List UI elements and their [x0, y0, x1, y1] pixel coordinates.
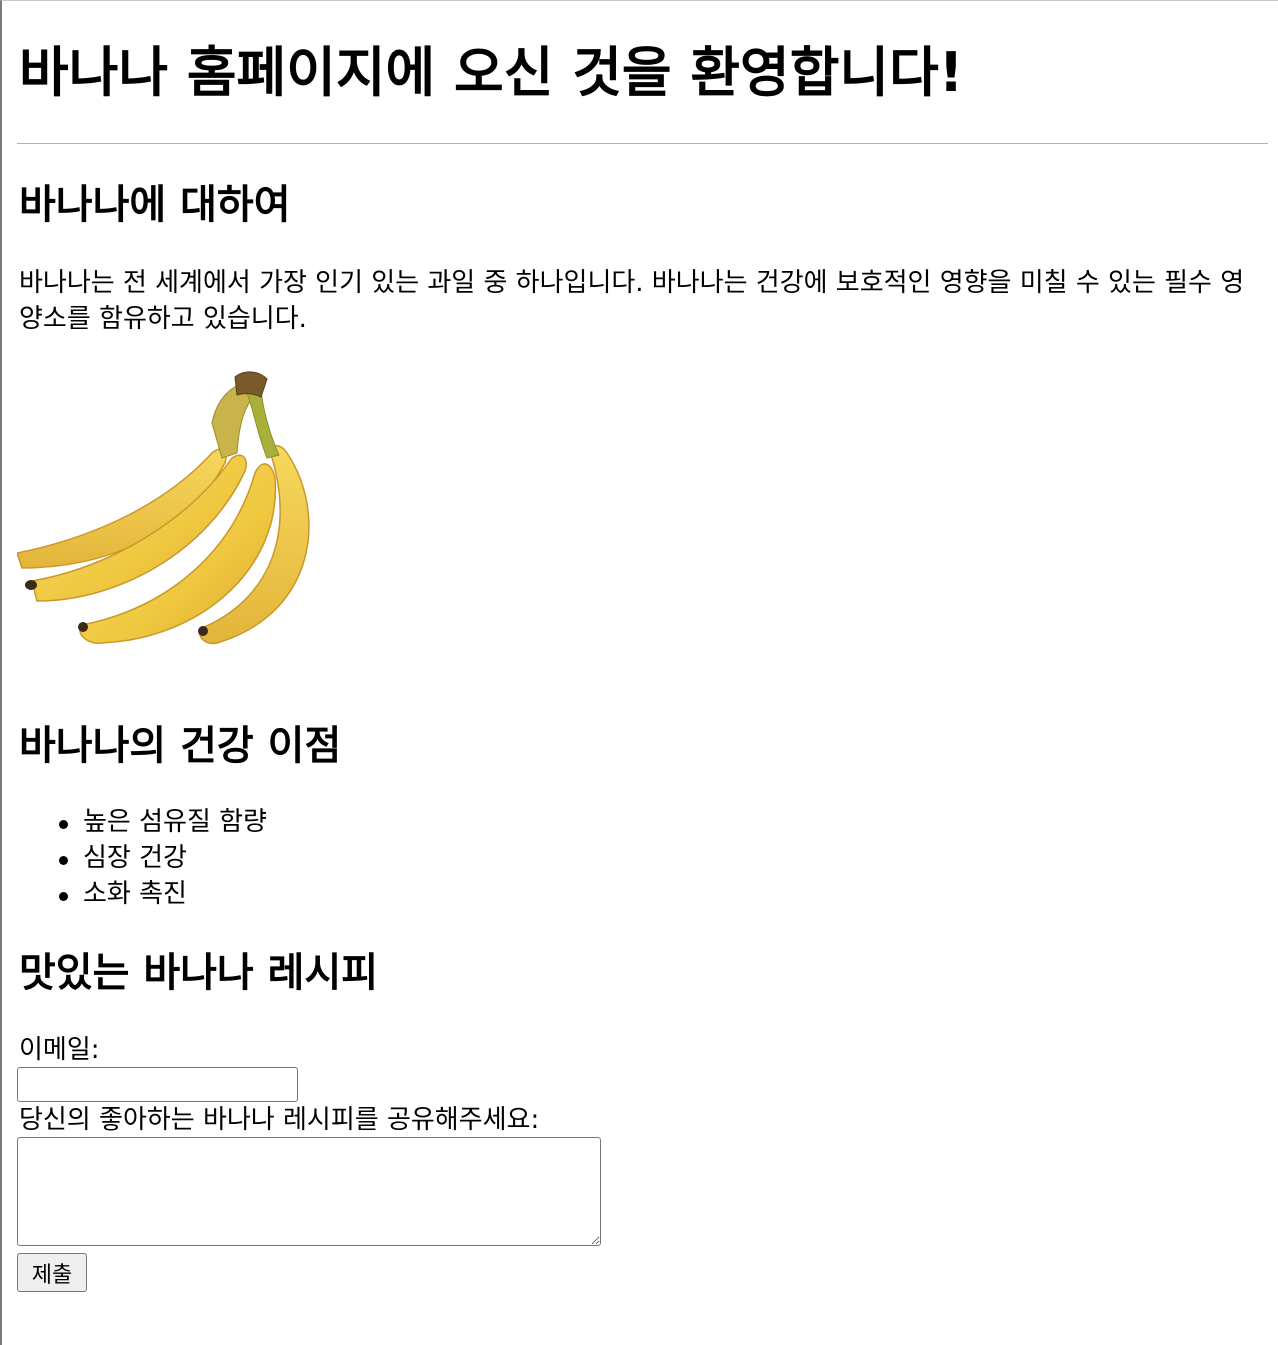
- recipes-heading: 맛있는 바나나 레시피: [19, 950, 379, 996]
- email-label: 이메일:: [19, 1035, 100, 1065]
- recipe-form: 이메일: 당신의 좋아하는 바나나 레시피를 공유해주세요: 제출: [17, 1033, 617, 1292]
- banana-image: [17, 371, 310, 645]
- list-item: 심장 건강: [59, 840, 267, 876]
- submit-button[interactable]: 제출: [17, 1253, 87, 1292]
- benefits-list: 높은 섬유질 함량 심장 건강 소화 촉진: [17, 804, 267, 912]
- list-item: 소화 촉진: [59, 876, 267, 912]
- page-title: 바나나 홈페이지에 오신 것을 환영합니다!: [19, 41, 964, 104]
- about-heading: 바나나에 대하여: [19, 182, 291, 228]
- recipe-textarea[interactable]: [17, 1137, 601, 1246]
- health-benefits-heading: 바나나의 건강 이점: [19, 723, 342, 769]
- list-item: 높은 섬유질 함량: [59, 804, 267, 840]
- recipe-label: 당신의 좋아하는 바나나 레시피를 공유해주세요:: [19, 1105, 540, 1135]
- title-divider: [17, 143, 1268, 144]
- email-field[interactable]: [17, 1067, 298, 1102]
- about-paragraph: 바나나는 전 세계에서 가장 인기 있는 과일 중 하나입니다. 바나나는 건강…: [19, 268, 1245, 334]
